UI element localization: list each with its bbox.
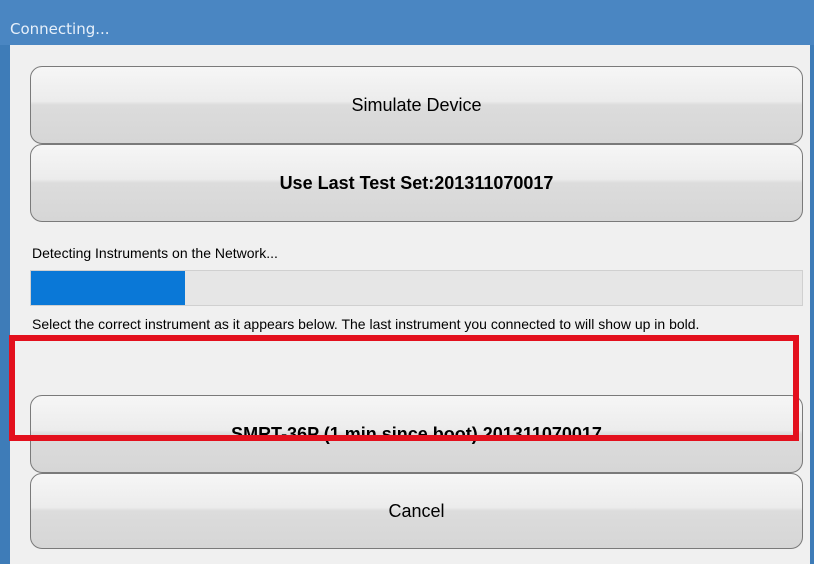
instrument-select-button[interactable]: SMRT-36P (1 min since boot) 201311070017 [30, 395, 803, 473]
detecting-status-text: Detecting Instruments on the Network... [32, 245, 278, 261]
progress-bar-fill [31, 271, 186, 305]
connecting-dialog: Connecting... Simulate Device Use Last T… [0, 0, 814, 564]
title-bar[interactable]: Connecting... [0, 0, 814, 45]
cancel-button[interactable]: Cancel [30, 473, 803, 549]
use-last-test-set-button[interactable]: Use Last Test Set:201311070017 [30, 144, 803, 222]
dialog-content: Simulate Device Use Last Test Set:201311… [10, 45, 810, 564]
instructions-text: Select the correct instrument as it appe… [32, 316, 700, 332]
detection-progress-bar [30, 270, 803, 306]
simulate-device-button[interactable]: Simulate Device [30, 66, 803, 144]
window-title: Connecting... [10, 20, 110, 38]
